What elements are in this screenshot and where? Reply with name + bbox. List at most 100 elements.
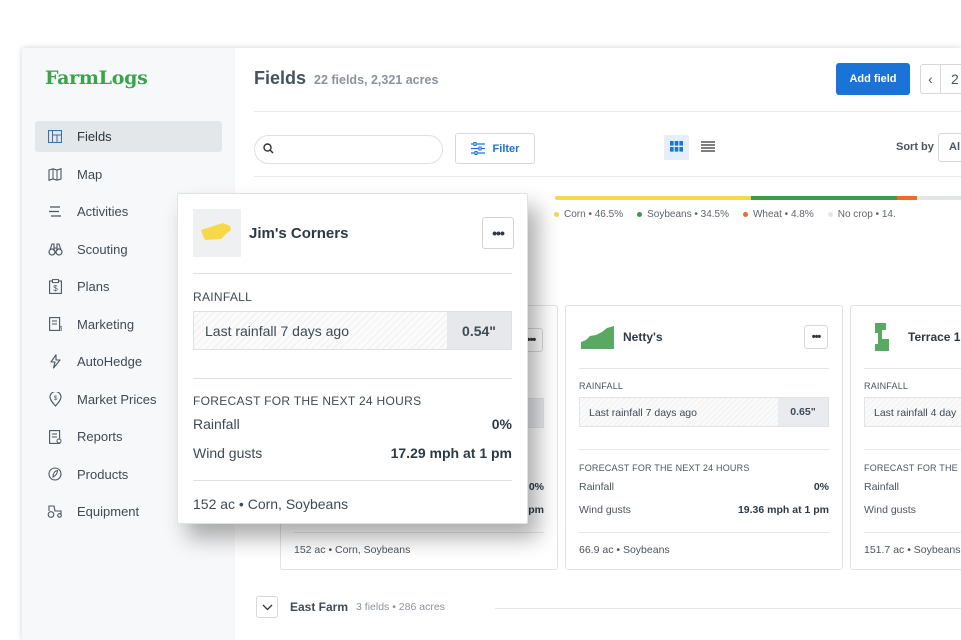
popup-menu-button[interactable]: •••	[482, 217, 514, 249]
field-popup-card[interactable]: Jim's Corners ••• RAINFALL Last rainfall…	[177, 193, 528, 524]
forecast-wind-row: Wind gusts	[864, 504, 961, 516]
legend-dot	[742, 212, 748, 217]
card-divider	[864, 532, 961, 533]
activities-icon	[47, 204, 63, 220]
card-divider	[579, 368, 829, 369]
card-footer: 152 ac • Corn, Soybeans	[294, 544, 411, 556]
legend-label: No crop • 14.	[837, 209, 896, 220]
crop-distribution-bar	[555, 196, 961, 200]
filter-button[interactable]: Filter	[455, 133, 535, 164]
search-icon	[263, 141, 274, 159]
popup-divider	[193, 378, 512, 379]
pagination-prev-button[interactable]: ‹	[921, 65, 941, 93]
card-divider	[864, 368, 961, 369]
forecast-label: FORECAST FOR THE NEXT 24 HOURS	[579, 463, 750, 473]
card-divider	[579, 532, 829, 533]
sidebar-item-label: Fields	[77, 129, 112, 144]
field-card[interactable]: Terrace 1 RAINFALL Last rainfall 4 day F…	[850, 305, 961, 570]
rainfall-value: 0.54"	[447, 312, 511, 349]
sidebar-item-label: AutoHedge	[77, 354, 143, 369]
card-divider	[864, 449, 961, 450]
field-shape-thumbnail	[193, 209, 241, 257]
field-shape-thumbnail	[580, 320, 615, 355]
legend-item-wheat: Wheat • 4.8%	[742, 209, 814, 220]
legend-item-no-crop: No crop • 14.	[827, 209, 896, 220]
forecast-rainfall-value: 0%	[528, 481, 544, 493]
add-field-button[interactable]: Add field	[836, 63, 910, 95]
field-card[interactable]: Netty's ••• RAINFALL Last rainfall 7 day…	[565, 305, 843, 570]
legend-label: Corn • 46.5%	[564, 209, 624, 220]
sidebar-item-label: Equipment	[77, 504, 140, 519]
forecast-rainfall-label: Rainfall	[579, 481, 615, 493]
app-logo[interactable]: FarmLogs	[45, 67, 148, 89]
svg-text:$: $	[59, 327, 62, 332]
rainfall-value: 0.65"	[778, 398, 828, 426]
sidebar-item-label: Map	[77, 166, 103, 182]
chevron-down-icon	[262, 598, 273, 616]
plans-icon: $	[47, 279, 63, 295]
forecast-wind-label: Wind gusts	[193, 445, 263, 461]
sidebar-item-label: Marketing	[77, 316, 135, 332]
sidebar-item-label: Market Prices	[77, 391, 157, 407]
forecast-wind-row: Wind gusts 17.29 mph at 1 pm	[193, 445, 512, 461]
crop-segment-soybeans	[751, 196, 897, 200]
header-divider	[254, 111, 961, 112]
rainfall-label: RAINFALL	[193, 290, 253, 304]
forecast-label: FORECAST FOR THE NEXT 24 HOURS	[193, 394, 422, 408]
forecast-wind-value: pm	[528, 504, 544, 516]
list-view-toggle[interactable]	[695, 135, 720, 160]
page-title: Fields	[254, 68, 307, 88]
pagination-page-number[interactable]: 2	[941, 71, 959, 87]
forecast-wind-value: 17.29 mph at 1 pm	[390, 445, 512, 461]
popup-divider	[193, 273, 512, 274]
toolbar-divider	[254, 176, 961, 177]
farm-summary: 3 fields • 286 acres	[356, 601, 445, 613]
farm-divider	[495, 608, 961, 609]
forecast-wind-label: Wind gusts	[864, 504, 916, 516]
card-menu-button[interactable]: •••	[804, 325, 828, 349]
card-divider	[579, 449, 829, 450]
forecast-rainfall-row: Rainfall 0%	[579, 481, 829, 493]
collapse-button[interactable]	[256, 596, 278, 618]
search-input[interactable]	[254, 135, 443, 164]
svg-text:$: $	[53, 284, 58, 293]
rainfall-label: RAINFALL	[864, 381, 909, 391]
farm-name: East Farm	[290, 600, 349, 614]
list-icon	[700, 139, 715, 157]
field-shape-thumbnail	[865, 320, 900, 355]
legend-item-corn: Corn • 46.5%	[554, 209, 623, 220]
filter-icon	[470, 142, 485, 155]
forecast-rainfall-value: 0%	[491, 416, 512, 432]
sidebar-item-label: Scouting	[77, 241, 128, 257]
sidebar-item-label: Activities	[77, 204, 129, 219]
grid-view-toggle[interactable]	[664, 135, 689, 160]
sort-label: Sort by	[896, 141, 934, 153]
grid-icon	[670, 139, 683, 157]
marketing-icon: $	[47, 316, 63, 332]
forecast-rainfall-label: Rainfall	[193, 416, 240, 432]
crop-segment-wheat	[897, 196, 917, 200]
rainfall-box: Last rainfall 4 day	[864, 397, 961, 427]
popup-footer: 152 ac • Corn, Soybeans	[193, 496, 349, 512]
crop-legend: Corn • 46.5% Soybeans • 34.5% Wheat • 4.…	[554, 209, 910, 220]
card-footer: 151.7 ac • Soybeans	[864, 544, 961, 556]
sort-select[interactable]: Al	[938, 133, 961, 162]
rainfall-label: RAINFALL	[579, 381, 624, 391]
sidebar-item-map[interactable]: Map	[35, 159, 222, 190]
popup-divider	[193, 480, 512, 481]
fields-icon	[47, 129, 63, 145]
forecast-rainfall-value: 0%	[813, 481, 829, 493]
reports-icon	[47, 429, 63, 445]
sidebar-item-label: Plans	[77, 279, 110, 294]
sidebar-item-fields[interactable]: Fields	[35, 121, 222, 152]
map-icon	[47, 166, 63, 182]
legend-label: Soybeans • 34.5%	[647, 209, 729, 220]
legend-dot	[827, 212, 833, 217]
field-name[interactable]: Jim's Corners	[249, 225, 348, 242]
crop-segment-corn	[555, 196, 751, 200]
forecast-rainfall-row: Rainfall	[864, 481, 961, 493]
field-name[interactable]: Terrace 1	[908, 330, 960, 344]
equipment-icon	[47, 504, 63, 520]
field-name[interactable]: Netty's	[623, 330, 663, 344]
forecast-wind-label: Wind gusts	[579, 504, 631, 516]
